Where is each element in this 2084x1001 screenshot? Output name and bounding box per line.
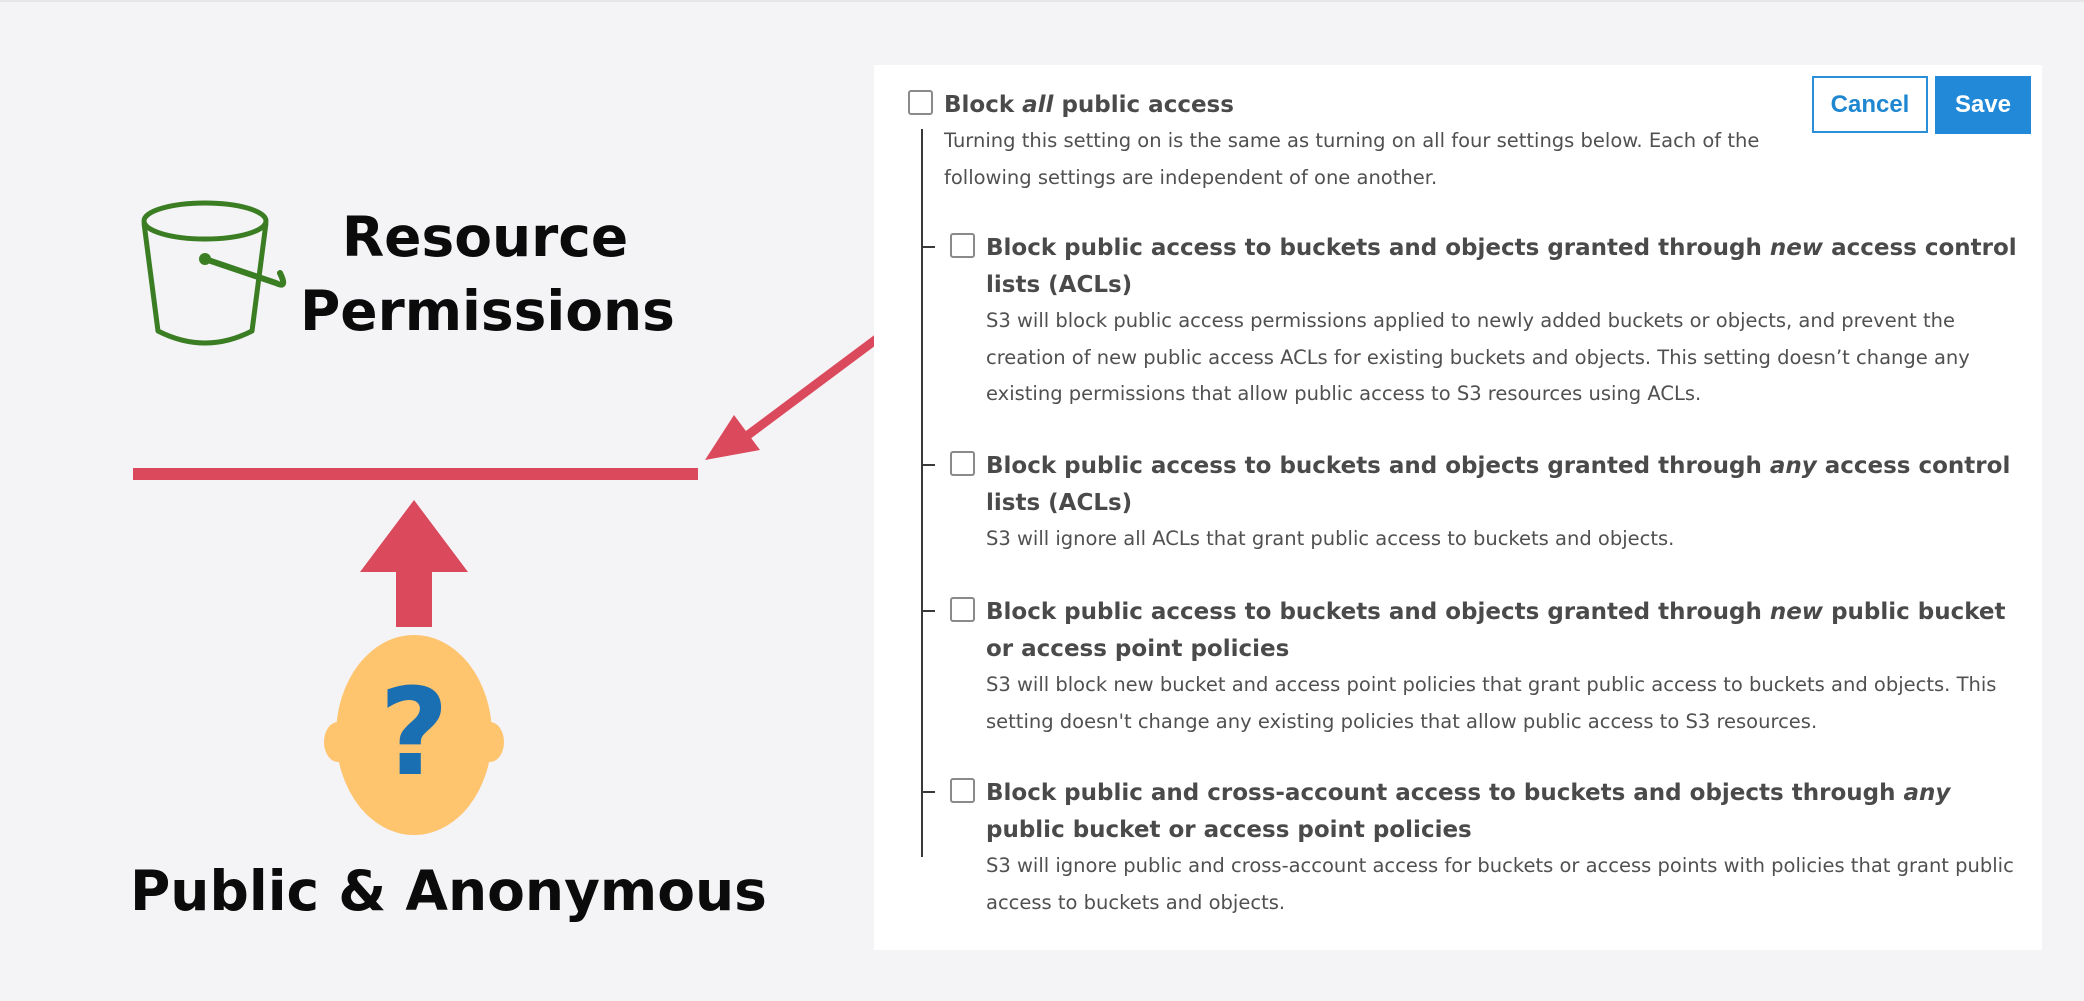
tree-tick: [923, 791, 935, 793]
block-public-access-panel: Block all public access Turning this set…: [874, 65, 2042, 950]
option-checkbox-any-acls[interactable]: [950, 451, 975, 476]
arrow-up-icon: [360, 500, 468, 627]
tree-tick: [923, 246, 935, 248]
save-button[interactable]: Save: [1935, 76, 2031, 134]
top-divider: [0, 0, 2084, 2]
tree-connector: [921, 129, 923, 857]
option-checkbox-new-policies[interactable]: [950, 597, 975, 622]
cancel-button[interactable]: Cancel: [1812, 76, 1928, 133]
block-all-checkbox[interactable]: [908, 90, 933, 115]
resource-title-line2: Permissions: [300, 279, 675, 343]
resource-permissions-title: Resource Permissions: [300, 200, 675, 348]
option-label-new-policies: Block public access to buckets and objec…: [986, 599, 2006, 662]
resource-title-line1: Resource: [341, 205, 629, 269]
option-checkbox-any-policies[interactable]: [950, 778, 975, 803]
option-description-new-policies: S3 will block new bucket and access poin…: [986, 673, 1997, 733]
question-mark-icon: ?: [379, 664, 449, 803]
person-head-icon: ?: [324, 635, 504, 835]
block-all-description: Turning this setting on is the same as t…: [944, 129, 1760, 189]
option-checkbox-new-acls[interactable]: [950, 233, 975, 258]
public-anonymous-title: Public & Anonymous: [130, 859, 767, 923]
option-label-any-acls: Block public access to buckets and objec…: [986, 453, 2011, 516]
bucket-icon: [141, 200, 287, 346]
option-description-new-acls: S3 will block public access permissions …: [986, 309, 1970, 405]
option-label-any-policies: Block public and cross-account access to…: [986, 780, 1951, 843]
option-description-any-policies: S3 will ignore public and cross-account …: [986, 854, 2014, 914]
option-description-any-acls: S3 will ignore all ACLs that grant publi…: [986, 527, 1675, 550]
barrier-line: [133, 468, 698, 480]
tree-tick: [923, 464, 935, 466]
option-label-new-acls: Block public access to buckets and objec…: [986, 235, 2017, 298]
block-all-label: Block all public access: [944, 92, 1234, 118]
tree-tick: [923, 610, 935, 612]
